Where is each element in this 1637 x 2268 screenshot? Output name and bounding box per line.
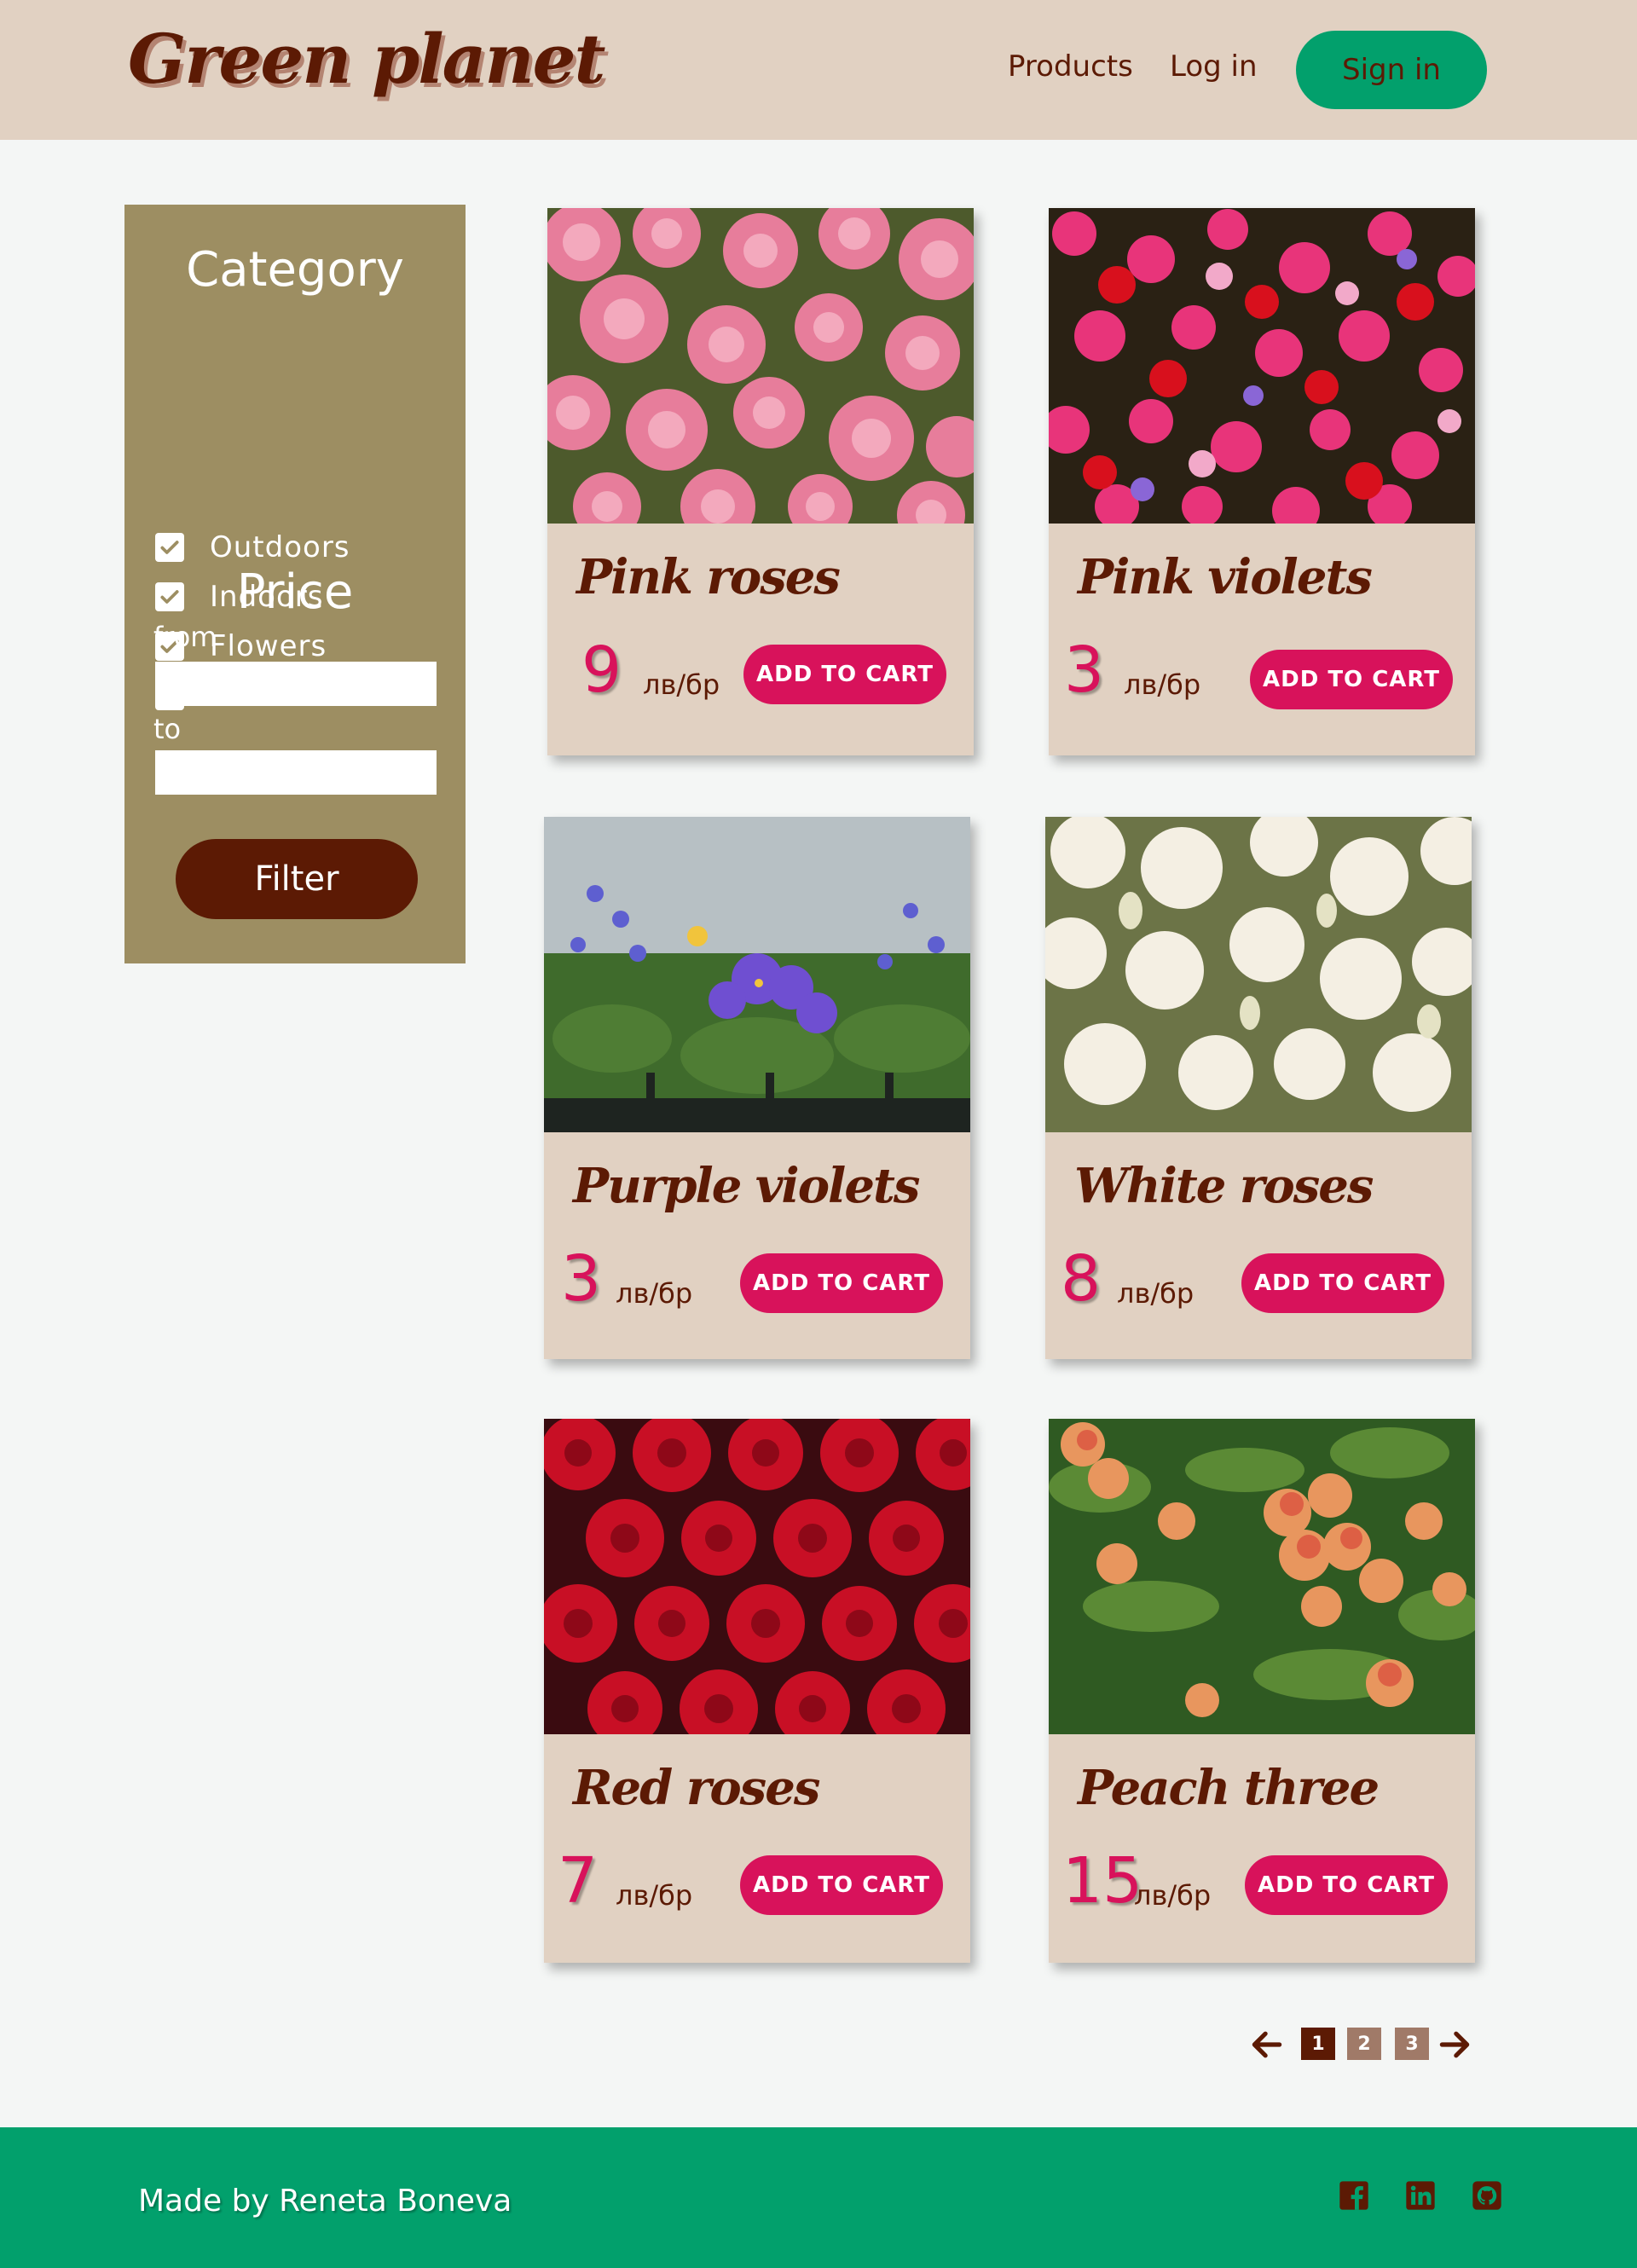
add-to-cart-button[interactable]: ADD TO CART bbox=[740, 1855, 943, 1915]
purple-violets-photo[interactable] bbox=[544, 817, 970, 1132]
product-card: Pink roses 9 лв/бр ADD TO CART bbox=[547, 208, 974, 755]
product-price: 15 bbox=[1062, 1844, 1143, 1918]
filter-sidebar: Category Outdoors Indoors Flowers Threes… bbox=[124, 205, 466, 963]
product-name: Pink violets bbox=[1078, 549, 1373, 605]
product-name: Pink roses bbox=[576, 549, 841, 605]
category-option-outdoors[interactable]: Outdoors bbox=[155, 530, 350, 564]
checkbox[interactable] bbox=[155, 533, 184, 562]
site-header: Green planet Products Log in Sign in bbox=[0, 0, 1637, 140]
product-unit: лв/бр bbox=[1134, 1879, 1212, 1912]
linkedin-icon[interactable] bbox=[1403, 2178, 1437, 2213]
nav-login-link[interactable]: Log in bbox=[1170, 49, 1258, 84]
arrow-left-icon[interactable] bbox=[1248, 2026, 1286, 2063]
product-price: 3 bbox=[1064, 634, 1105, 707]
product-unit: лв/бр bbox=[1124, 668, 1201, 701]
arrow-right-icon[interactable] bbox=[1436, 2026, 1473, 2063]
product-card: Peach three 15 лв/бр ADD TO CART bbox=[1049, 1419, 1475, 1963]
product-name: Purple violets bbox=[573, 1158, 920, 1214]
product-unit: лв/бр bbox=[616, 1879, 693, 1912]
pink-violets-photo[interactable] bbox=[1049, 208, 1475, 524]
checkmark-icon bbox=[160, 541, 179, 554]
filter-button[interactable]: Filter bbox=[176, 839, 418, 919]
peach-tree-photo[interactable] bbox=[1049, 1419, 1475, 1734]
product-unit: лв/бр bbox=[616, 1277, 693, 1310]
product-unit: лв/бр bbox=[643, 668, 720, 701]
product-card: Purple violets 3 лв/бр ADD TO CART bbox=[544, 817, 970, 1359]
add-to-cart-button[interactable]: ADD TO CART bbox=[1241, 1253, 1444, 1313]
price-to-input[interactable] bbox=[155, 750, 437, 795]
product-price: 8 bbox=[1061, 1242, 1102, 1316]
product-name: Red roses bbox=[573, 1760, 820, 1816]
add-to-cart-button[interactable]: ADD TO CART bbox=[1245, 1855, 1448, 1915]
footer-credit: Made by Reneta Boneva bbox=[138, 2184, 512, 2219]
page-3-button[interactable]: 3 bbox=[1395, 2028, 1429, 2060]
price-from-input[interactable] bbox=[155, 662, 437, 706]
white-roses-photo[interactable] bbox=[1045, 817, 1472, 1132]
product-unit: лв/бр bbox=[1117, 1277, 1194, 1310]
category-label: Outdoors bbox=[210, 530, 350, 564]
facebook-icon[interactable] bbox=[1337, 2178, 1371, 2213]
category-label: Flowers bbox=[210, 629, 327, 663]
add-to-cart-button[interactable]: ADD TO CART bbox=[743, 645, 946, 704]
red-roses-photo[interactable] bbox=[544, 1419, 970, 1734]
product-name: Peach three bbox=[1078, 1760, 1380, 1816]
signin-button[interactable]: Sign in bbox=[1296, 31, 1487, 109]
product-name: White roses bbox=[1074, 1158, 1374, 1214]
page-1-button[interactable]: 1 bbox=[1301, 2028, 1335, 2060]
product-card: Red roses 7 лв/бр ADD TO CART bbox=[544, 1419, 970, 1963]
price-to-label: to bbox=[153, 713, 182, 745]
github-icon[interactable] bbox=[1470, 2178, 1504, 2213]
product-price: 3 bbox=[561, 1242, 602, 1316]
price-title: Price bbox=[236, 564, 354, 620]
add-to-cart-button[interactable]: ADD TO CART bbox=[740, 1253, 943, 1313]
nav-products-link[interactable]: Products bbox=[1008, 49, 1133, 84]
category-title: Category bbox=[186, 242, 404, 298]
product-price: 7 bbox=[558, 1844, 599, 1918]
product-card: White roses 8 лв/бр ADD TO CART bbox=[1045, 817, 1472, 1359]
site-footer: Made by Reneta Boneva bbox=[0, 2127, 1637, 2268]
page-2-button[interactable]: 2 bbox=[1347, 2028, 1381, 2060]
price-from-label: from bbox=[153, 621, 217, 653]
add-to-cart-button[interactable]: ADD TO CART bbox=[1250, 650, 1453, 709]
product-card: Pink violets 3 лв/бр ADD TO CART bbox=[1049, 208, 1475, 755]
product-price: 9 bbox=[581, 634, 622, 707]
site-logo[interactable]: Green planet bbox=[128, 19, 605, 99]
pink-roses-photo[interactable] bbox=[547, 208, 974, 524]
